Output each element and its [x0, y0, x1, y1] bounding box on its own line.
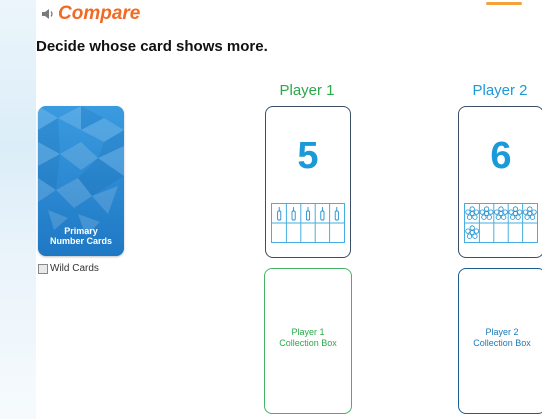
- player-1-collection-label: Player 1 Collection Box: [265, 327, 351, 349]
- number-card-deck[interactable]: Primary Number Cards: [38, 106, 124, 256]
- wild-cards-checkbox[interactable]: [38, 263, 48, 274]
- player-2-card-number: 6: [490, 135, 512, 177]
- wild-cards-label: Wild Cards: [50, 263, 99, 274]
- decorative-side-strip: [0, 0, 36, 419]
- player-2-collection-line2: Collection Box: [473, 338, 531, 348]
- player-1-collection-line1: Player 1: [291, 327, 325, 337]
- player-2-tenframe: [464, 203, 538, 243]
- top-accent-bar: [486, 2, 522, 5]
- deck-label-line2: Number Cards: [49, 236, 112, 246]
- player-2-collection-line1: Player 2: [485, 327, 519, 337]
- player-1-title: Player 1: [279, 82, 335, 99]
- player-2-collection-box[interactable]: Player 2 Collection Box: [458, 268, 542, 414]
- deck-label-line1: Primary: [64, 226, 98, 236]
- player-1-card[interactable]: 5: [265, 106, 351, 258]
- player-1-collection-box[interactable]: Player 1 Collection Box: [264, 268, 352, 414]
- player-2-collection-label: Player 2 Collection Box: [459, 327, 542, 349]
- player-2-card[interactable]: 6: [458, 106, 542, 258]
- activity-title: Compare: [58, 3, 141, 24]
- speaker-icon[interactable]: [40, 6, 56, 22]
- player-1-card-number: 5: [297, 135, 319, 177]
- player-1-tenframe: [271, 203, 345, 243]
- activity-header: Compare: [40, 4, 140, 24]
- player-1-collection-line2: Collection Box: [279, 338, 337, 348]
- wild-cards-option[interactable]: Wild Cards: [38, 263, 99, 274]
- instruction-text: Decide whose card shows more.: [36, 38, 268, 55]
- player-2-title: Player 2: [472, 82, 528, 99]
- deck-label: Primary Number Cards: [38, 226, 124, 246]
